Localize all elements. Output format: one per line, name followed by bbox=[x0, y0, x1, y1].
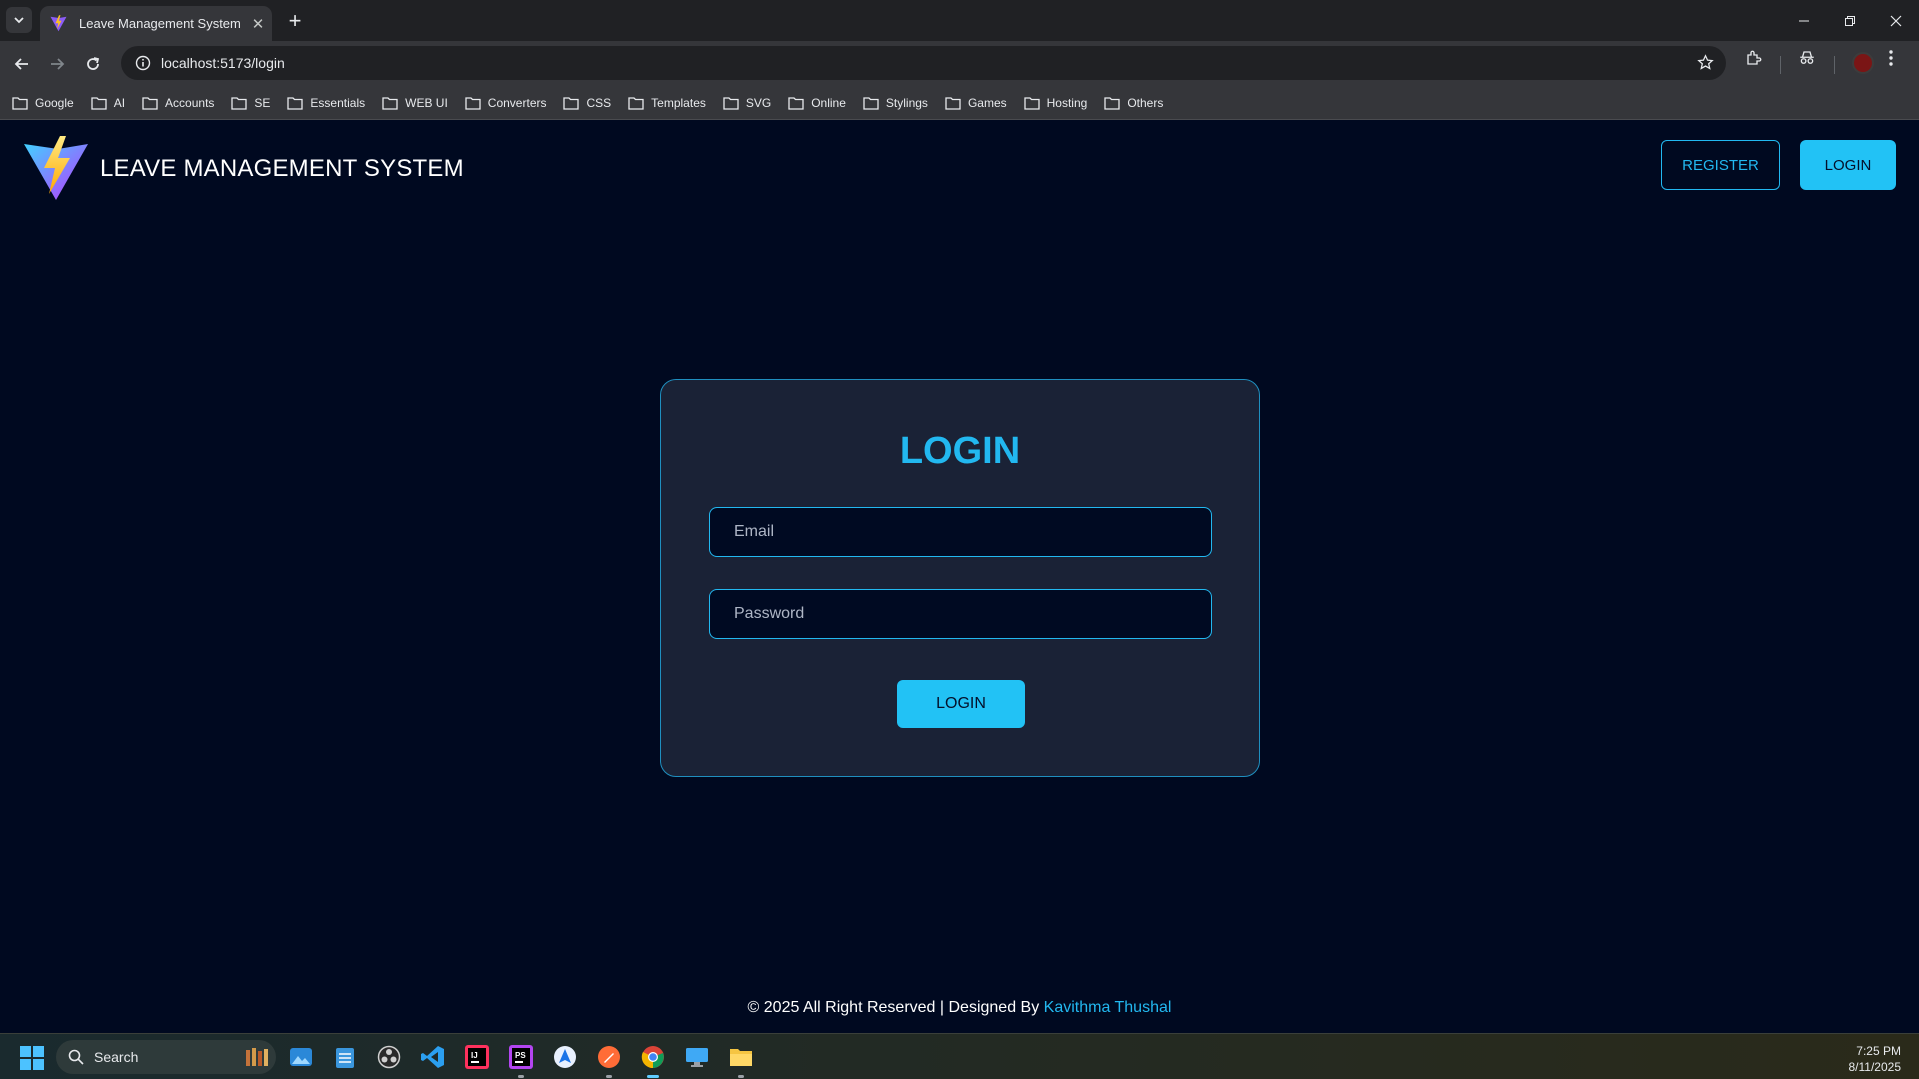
header-login-button[interactable]: LOGIN bbox=[1800, 140, 1896, 190]
forward-button[interactable] bbox=[41, 48, 73, 80]
bookmark-templates[interactable]: Templates bbox=[628, 96, 706, 110]
bookmark-web-ui[interactable]: WEB UI bbox=[382, 96, 448, 110]
svg-text:PS: PS bbox=[515, 1051, 526, 1060]
search-label: Search bbox=[94, 1049, 139, 1065]
minimize-icon bbox=[1799, 20, 1809, 21]
bookmark-converters[interactable]: Converters bbox=[465, 96, 546, 110]
folder-icon bbox=[287, 96, 304, 110]
extensions-icon[interactable] bbox=[1745, 49, 1763, 72]
close-window-button[interactable] bbox=[1873, 0, 1919, 41]
bookmark-online[interactable]: Online bbox=[788, 96, 846, 110]
folder-icon bbox=[382, 96, 398, 110]
bookmark-google[interactable]: Google bbox=[12, 96, 74, 110]
footer-author-link[interactable]: Kavithma Thushal bbox=[1044, 999, 1172, 1016]
web-page: LEAVE MANAGEMENT SYSTEM REGISTER LOGIN L… bbox=[0, 121, 1919, 1033]
vscode-app-icon[interactable] bbox=[418, 1042, 448, 1072]
photos-app-icon[interactable] bbox=[286, 1042, 316, 1072]
bookmark-stylings[interactable]: Stylings bbox=[863, 96, 928, 110]
close-icon bbox=[1890, 15, 1902, 26]
bookmarks-bar: Google AI Accounts SE Essentials WEB UI … bbox=[0, 86, 1919, 120]
bookmark-css[interactable]: CSS bbox=[563, 96, 611, 110]
folder-icon bbox=[628, 96, 644, 110]
search-icon bbox=[68, 1049, 84, 1065]
folder-icon bbox=[788, 96, 804, 110]
minimize-button[interactable] bbox=[1781, 0, 1827, 41]
tab-title: Leave Management System bbox=[79, 16, 241, 31]
bookmark-others[interactable]: Others bbox=[1104, 96, 1163, 110]
reload-icon bbox=[87, 57, 100, 70]
window-controls bbox=[1781, 0, 1919, 41]
back-button[interactable] bbox=[6, 48, 38, 80]
browser-toolbar: localhost:5173/login bbox=[0, 41, 1919, 86]
folder-icon bbox=[142, 96, 158, 110]
browser-tab-bar: Leave Management System ✕ + bbox=[0, 0, 1919, 41]
bookmark-games[interactable]: Games bbox=[945, 96, 1007, 110]
restore-button[interactable] bbox=[1827, 0, 1873, 41]
bookmark-se[interactable]: SE bbox=[231, 96, 270, 110]
taskbar-search[interactable]: Search bbox=[56, 1040, 276, 1074]
login-title: LOGIN bbox=[899, 430, 1021, 472]
clock-time: 7:25 PM bbox=[1856, 1044, 1901, 1058]
address-bar[interactable]: localhost:5173/login bbox=[121, 46, 1726, 80]
reload-button[interactable] bbox=[77, 48, 109, 80]
folder-icon bbox=[863, 96, 879, 110]
folder-icon bbox=[12, 96, 28, 110]
password-field[interactable] bbox=[709, 589, 1212, 639]
taskbar: Search IJ PS 7:25 PM 8/11/2025 bbox=[0, 1033, 1919, 1079]
incognito-profile-icon[interactable] bbox=[1798, 49, 1816, 72]
browser-app-icon[interactable] bbox=[550, 1042, 580, 1072]
folder-icon bbox=[1023, 96, 1040, 110]
url-text: localhost:5173/login bbox=[161, 55, 285, 71]
remote-desktop-app-icon[interactable] bbox=[682, 1042, 712, 1072]
vite-logo-icon bbox=[50, 15, 67, 32]
system-clock[interactable]: 7:25 PM 8/11/2025 bbox=[1849, 1043, 1902, 1075]
new-tab-button[interactable]: + bbox=[282, 8, 308, 34]
vite-logo-icon bbox=[24, 136, 88, 200]
bookmark-accounts[interactable]: Accounts bbox=[142, 96, 214, 110]
tab-close-icon[interactable]: ✕ bbox=[244, 15, 272, 33]
folder-icon bbox=[91, 96, 107, 110]
login-submit-button[interactable]: LOGIN bbox=[897, 680, 1025, 728]
register-button[interactable]: REGISTER bbox=[1661, 140, 1780, 190]
browser-tab[interactable]: Leave Management System ✕ bbox=[40, 6, 272, 41]
arrow-right-icon bbox=[51, 58, 65, 70]
arrow-left-icon bbox=[14, 58, 28, 70]
footer: © 2025 All Right Reserved | Designed By … bbox=[0, 999, 1919, 1017]
bookmark-essentials[interactable]: Essentials bbox=[287, 96, 365, 110]
folder-icon bbox=[563, 96, 580, 110]
brand[interactable]: LEAVE MANAGEMENT SYSTEM bbox=[22, 136, 464, 202]
search-highlight-icon bbox=[246, 1048, 268, 1066]
bookmark-hosting[interactable]: Hosting bbox=[1023, 96, 1087, 110]
svg-text:IJ: IJ bbox=[471, 1051, 478, 1060]
chevron-down-icon bbox=[14, 17, 24, 24]
folder-icon bbox=[465, 96, 481, 110]
folder-icon bbox=[1104, 96, 1120, 110]
phpstorm-app-icon[interactable]: PS bbox=[506, 1042, 536, 1078]
file-explorer-app-icon[interactable] bbox=[726, 1042, 756, 1078]
site-title: LEAVE MANAGEMENT SYSTEM bbox=[100, 155, 464, 182]
obs-app-icon[interactable] bbox=[374, 1042, 404, 1072]
clock-date: 8/11/2025 bbox=[1848, 1060, 1902, 1074]
login-card: LOGIN LOGIN bbox=[660, 379, 1260, 777]
folder-icon bbox=[231, 96, 248, 110]
folder-icon bbox=[723, 96, 739, 110]
site-info-icon[interactable] bbox=[125, 55, 161, 71]
restore-icon bbox=[1845, 15, 1855, 26]
footer-text: © 2025 All Right Reserved | Designed By bbox=[747, 999, 1044, 1016]
profile-avatar[interactable] bbox=[1852, 52, 1874, 74]
bookmark-star-icon[interactable] bbox=[1697, 54, 1714, 76]
toolbar-separator bbox=[1834, 56, 1835, 74]
windows-start-icon[interactable] bbox=[20, 1046, 44, 1075]
toolbar-separator bbox=[1780, 56, 1781, 74]
bookmark-svg[interactable]: SVG bbox=[723, 96, 771, 110]
email-field[interactable] bbox=[709, 507, 1212, 557]
chrome-app-icon[interactable] bbox=[638, 1042, 668, 1078]
bookmark-ai[interactable]: AI bbox=[91, 96, 125, 110]
intellij-app-icon[interactable]: IJ bbox=[462, 1042, 492, 1072]
folder-icon bbox=[945, 96, 961, 110]
tab-search-button[interactable] bbox=[6, 7, 32, 33]
menu-kebab-icon[interactable] bbox=[1888, 49, 1894, 72]
notepad-app-icon[interactable] bbox=[330, 1042, 360, 1072]
postman-app-icon[interactable] bbox=[594, 1042, 624, 1078]
